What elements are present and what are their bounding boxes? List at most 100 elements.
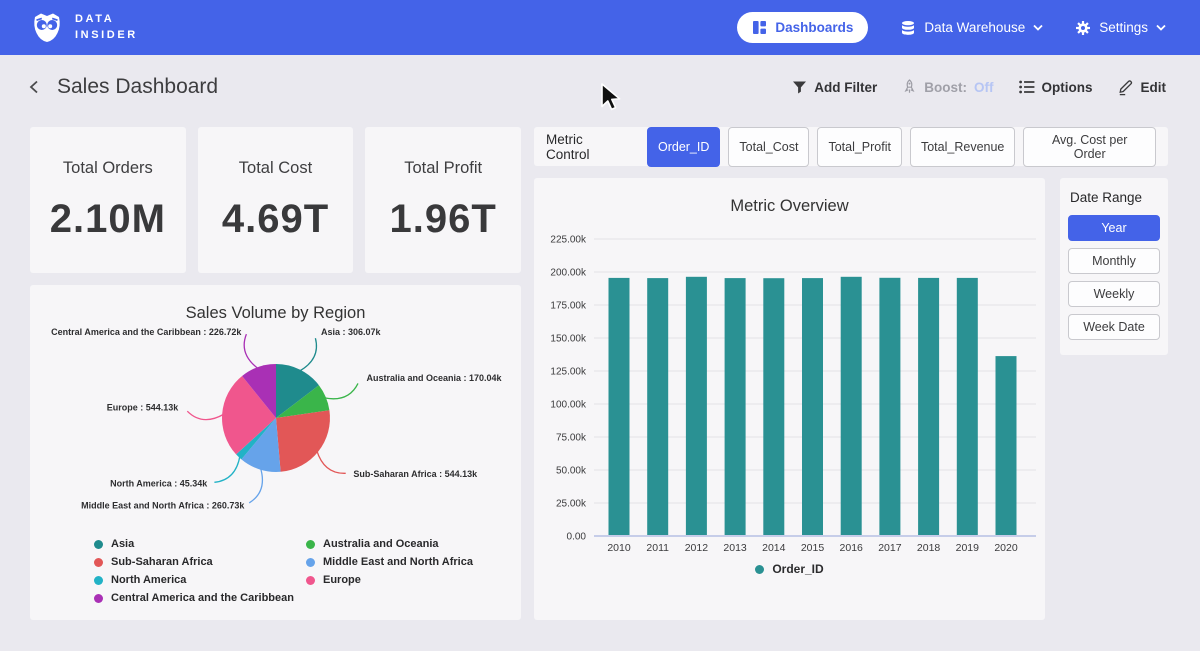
legend-dot [94,576,103,585]
legend-dot [94,558,103,567]
metric-option-order-id[interactable]: Order_ID [647,127,720,167]
legend-item-sub-saharan-africa: Sub-Saharan Africa [94,556,306,568]
x-tick-label: 2010 [607,542,631,554]
metric-control-label: Metric Control [546,132,630,162]
boost-label: Boost: [924,80,967,95]
pie-label-line [249,468,262,503]
date-range-option-monthly[interactable]: Monthly [1068,248,1160,274]
y-tick-label: 75.00k [556,433,587,444]
x-tick-label: 2016 [840,542,864,554]
legend-dot [755,565,764,574]
bar-chart-title: Metric Overview [534,178,1045,216]
metric-option-avg-cost-per-order[interactable]: Avg. Cost per Order [1023,127,1156,167]
pie-label-sub-saharan-africa: Sub-Saharan Africa : 544.13k [353,469,478,479]
metric-option-total-cost[interactable]: Total_Cost [728,127,809,167]
edit-label: Edit [1141,80,1167,95]
bar-2010 [609,278,630,536]
owl-logo-icon [30,11,64,45]
pie-label-line [244,334,259,369]
boost-toggle[interactable]: Boost: Off [902,79,993,95]
y-tick-label: 175.00k [550,301,587,312]
y-tick-label: 225.00k [550,235,587,246]
kpi-card-total-profit: Total Profit 1.96T [365,127,521,273]
metric-control-bar: Metric Control Order_IDTotal_CostTotal_P… [534,127,1168,166]
kpi-value: 2.10M [50,197,166,242]
data-warehouse-menu[interactable]: Data Warehouse [900,20,1043,36]
brand-line2: INSIDER [75,28,138,44]
legend-label: Australia and Oceania [323,538,439,550]
bar-2016 [841,277,862,536]
legend-label: Central America and the Caribbean [111,592,294,604]
kpi-label: Total Profit [404,159,482,178]
bar-2011 [647,278,668,536]
back-button[interactable] [26,78,44,96]
date-range-option-weekly[interactable]: Weekly [1068,281,1160,307]
pie-label-line [187,411,224,419]
legend-dot [94,594,103,603]
y-tick-label: 150.00k [550,334,587,345]
y-tick-label: 50.00k [556,466,587,477]
edit-button[interactable]: Edit [1118,79,1167,96]
pie-label-line [324,383,358,398]
settings-menu[interactable]: Settings [1075,20,1166,36]
metric-option-total-revenue[interactable]: Total_Revenue [910,127,1015,167]
legend-item-europe: Europe [306,574,521,586]
bar-chart: 0.00 25.00k 50.00k 75.00k 100.00k 125.00k 150.… [534,226,1045,558]
right-column: Metric Control Order_IDTotal_CostTotal_P… [534,127,1168,620]
bar-2019 [957,278,978,536]
pie-label-europe: Europe : 544.13k [107,403,180,413]
legend-label: Sub-Saharan Africa [111,556,213,568]
pie-label-central-america-and-the-caribbean: Central America and the Caribbean : 226.… [51,327,242,337]
bar-2014 [763,278,784,536]
top-nav: DATA INSIDER Dashboards Data Warehouse [0,0,1200,55]
y-tick-label: 0.00 [567,532,587,543]
page-header: Sales Dashboard Add Filter Boost: Off [0,55,1200,119]
kpi-value: 4.69T [222,197,329,242]
chevron-down-icon [1156,24,1166,31]
date-range-option-year[interactable]: Year [1068,215,1160,241]
kpi-label: Total Cost [239,159,312,178]
legend-label: Europe [323,574,361,586]
metric-option-total-profit[interactable]: Total_Profit [817,127,902,167]
bar-2017 [879,278,900,536]
x-tick-label: 2015 [801,542,825,554]
legend-item-central-america-and-the-caribbean: Central America and the Caribbean [94,592,306,604]
dashboard-grid-icon [752,20,767,35]
chevron-left-icon [26,78,44,96]
legend-item-australia-and-oceania: Australia and Oceania [306,538,521,550]
date-range-options: Year Monthly Weekly Week Date [1068,215,1160,340]
options-button[interactable]: Options [1019,80,1093,95]
data-warehouse-label: Data Warehouse [924,20,1025,35]
add-filter-label: Add Filter [814,80,877,95]
y-tick-label: 25.00k [556,499,587,510]
legend-label: Middle East and North Africa [323,556,473,568]
bar-chart-legend: Order_ID [534,562,1045,576]
brand-logo[interactable]: DATA INSIDER [30,11,138,45]
chart-row: Metric Overview 0.00 25.00k 50.00k 75.00k 10… [534,178,1168,620]
dashboards-label: Dashboards [775,20,853,35]
add-filter-button[interactable]: Add Filter [792,80,877,95]
legend-label: Order_ID [772,562,823,576]
metric-options: Order_IDTotal_CostTotal_ProfitTotal_Reve… [647,127,1156,167]
y-tick-label: 125.00k [550,367,587,378]
kpi-card-total-cost: Total Cost 4.69T [198,127,354,273]
date-range-option-week-date[interactable]: Week Date [1068,314,1160,340]
filter-funnel-icon [792,80,807,95]
bar-chart-card: Metric Overview 0.00 25.00k 50.00k 75.00k 10… [534,178,1045,620]
header-toolbar: Add Filter Boost: Off Options [792,79,1166,96]
date-range-panel: Date Range Year Monthly Weekly Week Date [1060,178,1168,355]
legend-label: Asia [111,538,134,550]
dashboards-button[interactable]: Dashboards [737,12,868,43]
date-range-label: Date Range [1070,190,1160,205]
dashboard-content: Total Orders 2.10M Total Cost 4.69T Tota… [0,119,1200,620]
y-tick-label: 100.00k [550,400,587,411]
x-tick-label: 2017 [878,542,902,554]
kpi-row: Total Orders 2.10M Total Cost 4.69T Tota… [30,127,521,273]
legend-dot [306,576,315,585]
bar-2013 [725,278,746,536]
x-tick-label: 2012 [685,542,709,554]
top-nav-menu: Dashboards Data Warehouse Settings [737,12,1166,43]
pie-chart: Asia : 306.07kAustralia and Oceania : 17… [30,326,521,536]
x-tick-label: 2013 [723,542,747,554]
left-column: Total Orders 2.10M Total Cost 4.69T Tota… [30,127,521,620]
